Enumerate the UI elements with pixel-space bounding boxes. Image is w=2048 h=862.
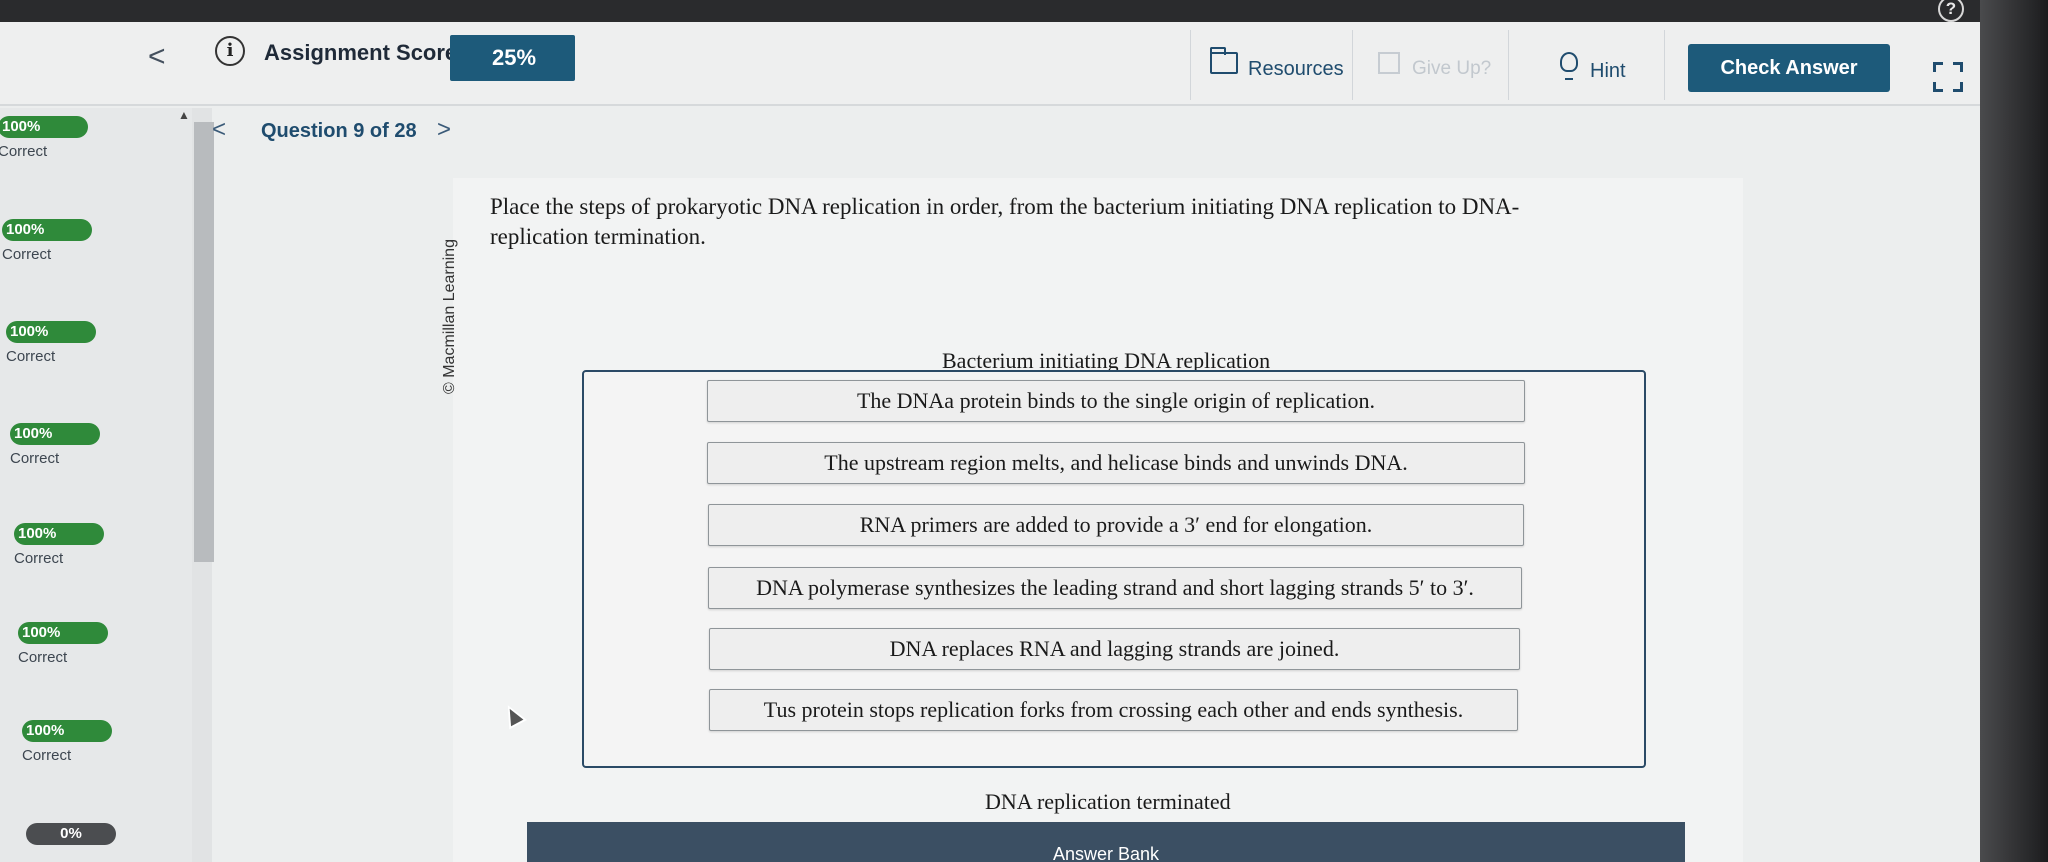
back-chevron-icon[interactable]: < (148, 40, 166, 74)
give-up-icon (1378, 52, 1400, 74)
sidebar-question-item[interactable]: 0% (26, 823, 116, 845)
ordering-step-tile[interactable]: Tus protein stops replication forks from… (709, 689, 1518, 731)
score-pill: 100% (6, 321, 96, 343)
monitor-bezel-right (1980, 0, 2048, 862)
assignment-header: < i Assignment Score: 25% Resources Give… (0, 22, 1985, 106)
resources-button[interactable]: Resources (1248, 58, 1344, 81)
header-divider (1352, 30, 1353, 100)
status-text: Correct (18, 649, 68, 666)
lightbulb-icon[interactable] (1560, 52, 1578, 80)
header-divider (1190, 30, 1191, 100)
header-divider (1508, 30, 1509, 100)
answer-bank: Answer Bank (527, 822, 1685, 862)
score-pill: 100% (14, 523, 104, 545)
ordering-step-tile[interactable]: DNA polymerase synthesizes the leading s… (708, 567, 1522, 609)
hint-button[interactable]: Hint (1590, 60, 1626, 83)
status-text: Correct (14, 550, 64, 567)
scroll-up-arrow-icon[interactable]: ▲ (178, 108, 190, 122)
sidebar-scrollbar-thumb[interactable] (194, 122, 214, 562)
header-divider (1664, 30, 1665, 100)
ordering-step-tile[interactable]: The upstream region melts, and helicase … (707, 442, 1525, 484)
sidebar-question-item[interactable]: 100% Correct (14, 523, 104, 567)
assignment-score-badge: 25% (450, 35, 575, 81)
sidebar-question-item[interactable]: 100% Correct (0, 116, 88, 160)
question-prompt: Place the steps of prokaryotic DNA repli… (490, 194, 1520, 249)
score-pill: 100% (2, 219, 92, 241)
score-pill: 100% (10, 423, 100, 445)
status-text: Correct (0, 143, 48, 160)
status-text: Correct (22, 747, 72, 764)
score-pill: 100% (18, 622, 108, 644)
check-answer-button[interactable]: Check Answer (1688, 44, 1890, 92)
sidebar-question-item[interactable]: 100% Correct (6, 321, 96, 365)
screen: < i Assignment Score: 25% Resources Give… (0, 22, 1985, 862)
expand-icon[interactable] (1933, 62, 1963, 92)
folder-icon[interactable] (1210, 47, 1238, 74)
question-list-sidebar: ▲ 100% Correct 100% Correct 100% Correct… (0, 108, 214, 862)
status-text: Correct (2, 246, 52, 263)
assignment-score-label: Assignment Score: (264, 40, 465, 65)
status-text: Correct (6, 348, 56, 365)
info-icon[interactable]: i (215, 36, 245, 66)
sidebar-question-item[interactable]: 100% Correct (18, 622, 108, 666)
publisher-credit: © Macmillan Learning (441, 239, 458, 394)
sidebar-question-item[interactable]: 100% Correct (22, 720, 112, 764)
ordering-step-tile[interactable]: DNA replaces RNA and lagging strands are… (709, 628, 1520, 670)
status-text: Correct (10, 450, 60, 467)
score-pill: 0% (26, 823, 116, 845)
score-pill: 100% (22, 720, 112, 742)
ordering-step-tile[interactable]: RNA primers are added to provide a 3′ en… (708, 504, 1524, 546)
sidebar-question-item[interactable]: 100% Correct (10, 423, 100, 467)
give-up-button: Give Up? (1412, 58, 1492, 79)
score-pill: 100% (0, 116, 88, 138)
next-question-chevron-icon[interactable]: > (437, 116, 451, 144)
ordering-step-tile[interactable]: The DNAa protein binds to the single ori… (707, 380, 1525, 422)
question-nav-label[interactable]: Question 9 of 28 (261, 120, 417, 143)
sidebar-question-item[interactable]: 100% Correct (2, 219, 92, 263)
previous-question-chevron-icon[interactable]: < (212, 116, 226, 144)
sequence-end-label: DNA replication terminated (985, 789, 1231, 814)
